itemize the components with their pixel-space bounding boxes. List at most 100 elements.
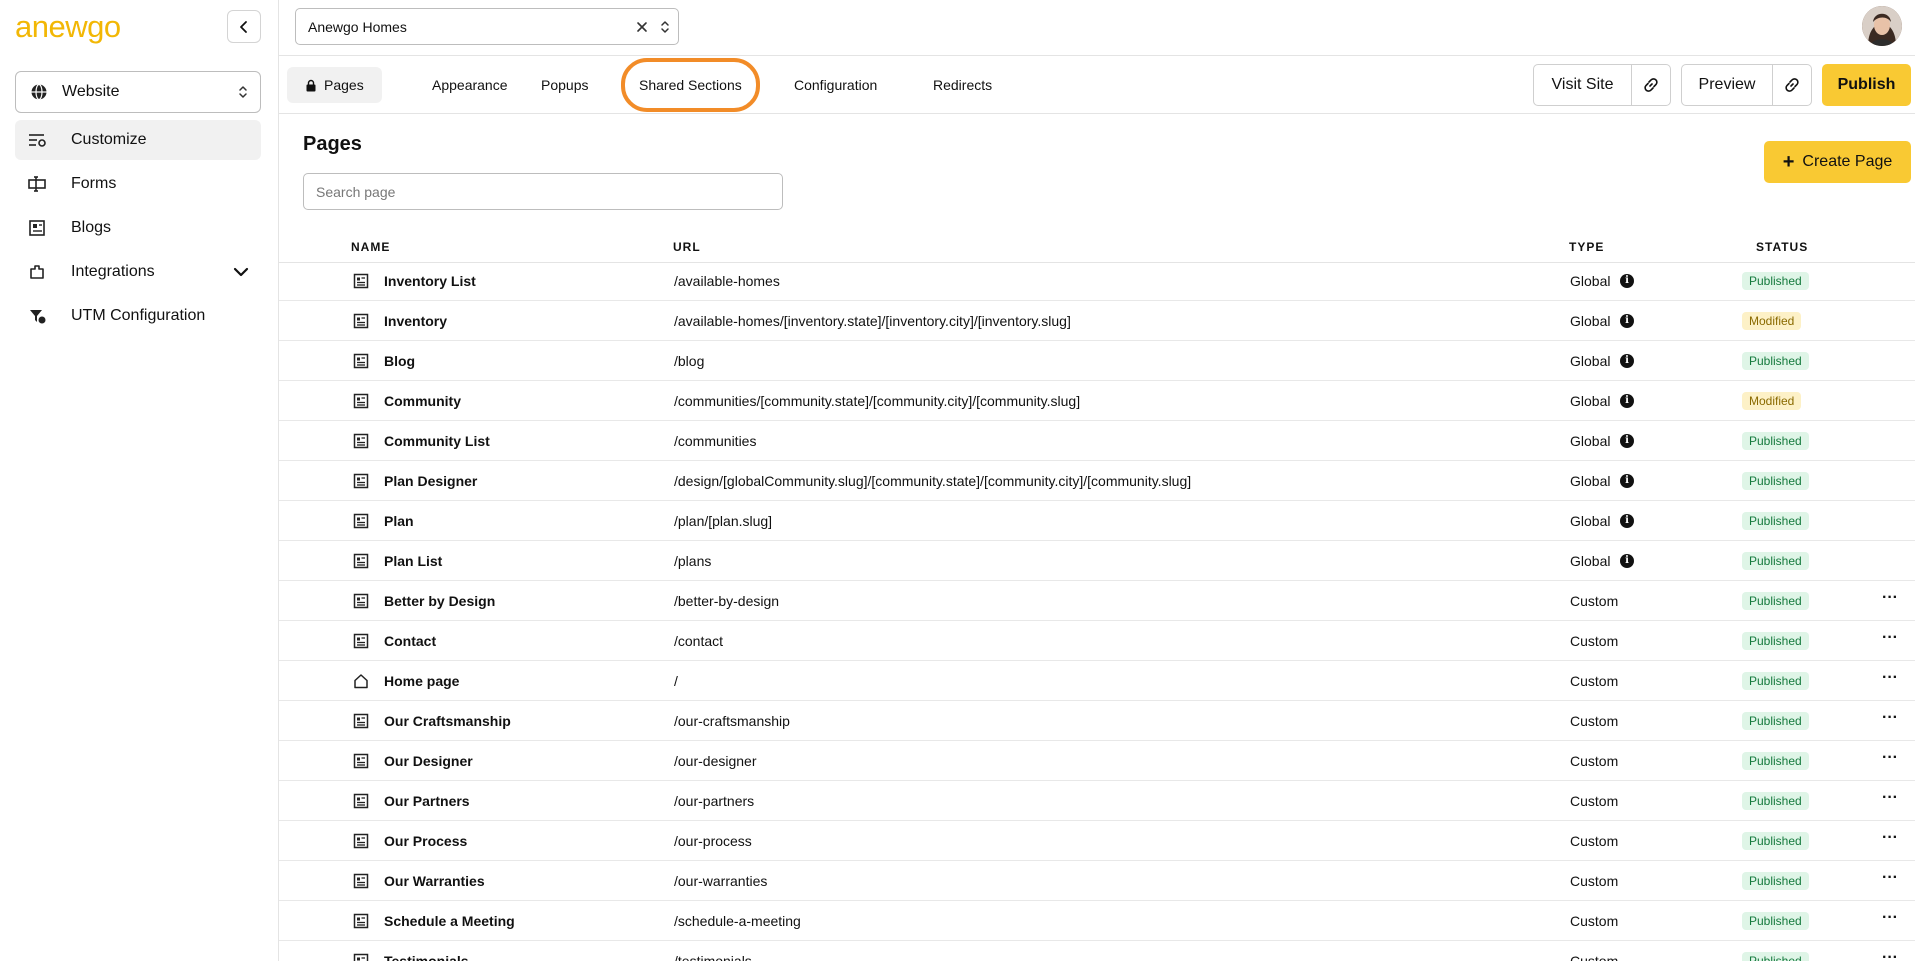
table-row[interactable]: Plan/plan/[plan.slug] Global i Published — [279, 501, 1915, 541]
table-row[interactable]: Our Partners/our-partners Custom Published… — [279, 781, 1915, 821]
sidebar-item-customize[interactable]: Customize — [15, 120, 261, 160]
sidebar-item-forms[interactable]: Forms — [15, 164, 261, 204]
updown-chevron-icon — [661, 20, 669, 33]
page-url: /design/[globalCommunity.slug]/[communit… — [674, 473, 1192, 489]
page-name[interactable]: Our Partners — [384, 793, 470, 809]
publish-button[interactable]: Publish — [1822, 64, 1911, 106]
info-icon[interactable]: i — [1620, 394, 1634, 408]
more-options-icon[interactable]: ··· — [1882, 829, 1898, 847]
preview-copy-link-button[interactable] — [1773, 64, 1812, 106]
anewgo-logo[interactable]: a newgo — [15, 10, 121, 42]
tab-pages[interactable]: Pages — [287, 67, 382, 103]
sidebar-item-blogs[interactable]: Blogs — [15, 208, 261, 248]
page-icon — [353, 313, 369, 329]
visit-site-button[interactable]: Visit Site — [1533, 64, 1632, 106]
tab-redirects[interactable]: Redirects — [915, 67, 1010, 103]
page-type: Global — [1570, 473, 1611, 489]
more-options-icon[interactable]: ··· — [1882, 789, 1898, 807]
page-name[interactable]: Contact — [384, 633, 436, 649]
page-name[interactable]: Our Process — [384, 833, 467, 849]
page-name[interactable]: Plan — [384, 513, 414, 529]
tab-shared-sections[interactable]: Shared Sections — [621, 58, 760, 112]
info-icon[interactable]: i — [1620, 474, 1634, 488]
page-name[interactable]: Our Warranties — [384, 873, 485, 889]
sidebar-item-label: Integrations — [71, 263, 155, 280]
status-badge: Published — [1742, 592, 1809, 610]
table-row[interactable]: Inventory/available-homes/[inventory.sta… — [279, 301, 1915, 341]
page-name[interactable]: Schedule a Meeting — [384, 913, 515, 929]
search-page-input[interactable] — [303, 173, 783, 210]
tab-popups[interactable]: Popups — [523, 67, 606, 103]
page-name[interactable]: Better by Design — [384, 593, 495, 609]
sidebar-item-utm-configuration[interactable]: UTM Configuration — [15, 296, 261, 336]
page-type: Global — [1570, 553, 1611, 569]
page-name[interactable]: Inventory List — [384, 273, 476, 289]
sidebar-item-integrations[interactable]: Integrations — [15, 252, 261, 292]
more-options-icon[interactable]: ··· — [1882, 629, 1898, 647]
more-options-icon[interactable]: ··· — [1882, 709, 1898, 727]
page-url: /our-designer — [674, 753, 757, 769]
tab-configuration[interactable]: Configuration — [776, 67, 895, 103]
tab-appearance[interactable]: Appearance — [414, 67, 526, 103]
info-icon[interactable]: i — [1620, 354, 1634, 368]
table-row[interactable]: Our Designer/our-designer Custom Published… — [279, 741, 1915, 781]
more-options-icon[interactable]: ··· — [1882, 869, 1898, 887]
clear-icon[interactable] — [636, 21, 648, 33]
column-header-status[interactable]: STATUS — [1756, 240, 1808, 254]
page-name[interactable]: Blog — [384, 353, 415, 369]
page-name[interactable]: Our Designer — [384, 753, 473, 769]
page-name[interactable]: Inventory — [384, 313, 447, 329]
page-type: Global — [1570, 393, 1611, 409]
utm-icon — [27, 306, 47, 326]
table-row[interactable]: Community/communities/[community.state]/… — [279, 381, 1915, 421]
page-icon — [353, 713, 369, 729]
tab-label: Appearance — [432, 77, 508, 93]
sidebar-item-label: UTM Configuration — [71, 307, 206, 324]
page-name[interactable]: Community — [384, 393, 461, 409]
page-type: Global — [1570, 313, 1611, 329]
more-options-icon[interactable]: ··· — [1882, 749, 1898, 767]
table-row[interactable]: Schedule a Meeting/schedule-a-meeting Cus… — [279, 901, 1915, 941]
table-row[interactable]: Community List/communities Global i Publish… — [279, 421, 1915, 461]
table-row[interactable]: Home page / Custom Published ··· — [279, 661, 1915, 701]
table-row[interactable]: Our Craftsmanship/our-craftsmanship Custo… — [279, 701, 1915, 741]
info-icon[interactable]: i — [1620, 554, 1634, 568]
site-selector[interactable]: Website — [15, 71, 261, 113]
table-row[interactable]: Contact/contact Custom Published ··· — [279, 621, 1915, 661]
info-icon[interactable]: i — [1620, 434, 1634, 448]
visit-site-copy-link-button[interactable] — [1632, 64, 1671, 106]
column-header-name[interactable]: NAME — [351, 240, 390, 254]
table-row[interactable]: Inventory List/available-homes Global i Pub… — [279, 261, 1915, 301]
more-options-icon[interactable]: ··· — [1882, 949, 1898, 961]
create-page-button[interactable]: + Create Page — [1764, 141, 1911, 183]
preview-button[interactable]: Preview — [1681, 64, 1773, 106]
column-header-type[interactable]: TYPE — [1569, 240, 1604, 254]
chevron-down-icon — [233, 267, 249, 277]
table-row[interactable]: Blog/blog Global i Published — [279, 341, 1915, 381]
table-row[interactable]: Testimonials/testimonials Custom Published… — [279, 941, 1915, 961]
page-name[interactable]: Home page — [384, 673, 459, 689]
pages-table-body: Inventory List/available-homes Global i Pub… — [279, 261, 1915, 961]
info-icon[interactable]: i — [1620, 274, 1634, 288]
page-name[interactable]: Our Craftsmanship — [384, 713, 511, 729]
table-row[interactable]: Plan Designer/design/[globalCommunity.sl… — [279, 461, 1915, 501]
table-row[interactable]: Plan List/plans Global i Published — [279, 541, 1915, 581]
project-selector[interactable]: Anewgo Homes — [295, 8, 679, 45]
page-name[interactable]: Community List — [384, 433, 490, 449]
more-options-icon[interactable]: ··· — [1882, 909, 1898, 927]
table-row[interactable]: Our Process/our-process Custom Published ··… — [279, 821, 1915, 861]
more-options-icon[interactable]: ··· — [1882, 669, 1898, 687]
column-header-url[interactable]: URL — [673, 240, 701, 254]
info-icon[interactable]: i — [1620, 514, 1634, 528]
page-url: /available-homes — [674, 273, 780, 289]
info-icon[interactable]: i — [1620, 314, 1634, 328]
table-row[interactable]: Better by Design/better-by-design Custom P… — [279, 581, 1915, 621]
table-row[interactable]: Our Warranties/our-warranties Custom Publi… — [279, 861, 1915, 901]
page-name[interactable]: Plan Designer — [384, 473, 477, 489]
page-name[interactable]: Plan List — [384, 553, 442, 569]
collapse-sidebar-button[interactable] — [227, 10, 261, 43]
plus-icon: + — [1782, 150, 1795, 173]
more-options-icon[interactable]: ··· — [1882, 589, 1898, 607]
user-avatar[interactable] — [1862, 6, 1902, 46]
page-name[interactable]: Testimonials — [384, 953, 469, 961]
